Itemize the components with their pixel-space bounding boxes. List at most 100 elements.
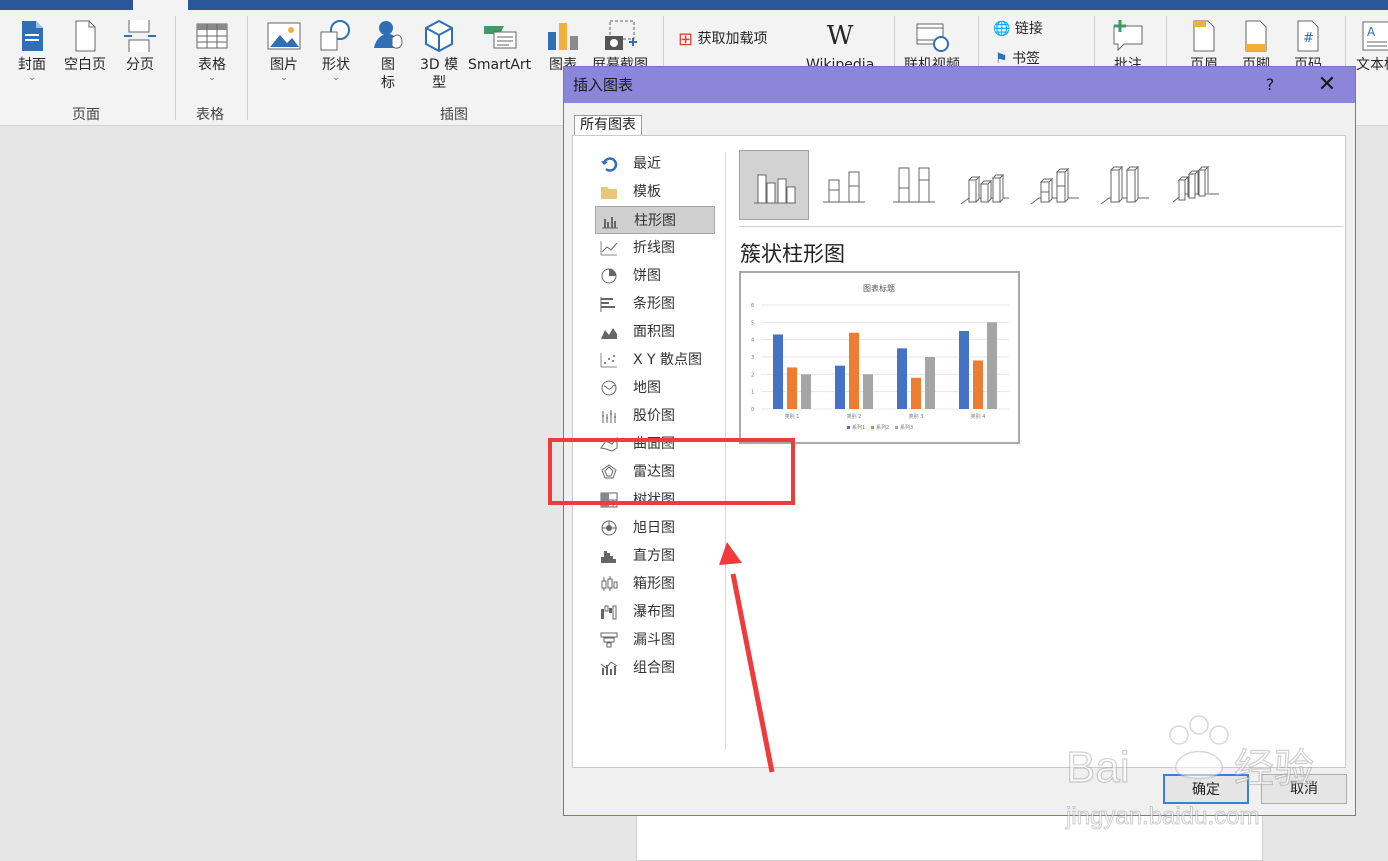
preview-bar — [849, 332, 859, 409]
preview-bar — [897, 348, 907, 409]
chart-category-item[interactable]: 旭日图 — [595, 514, 715, 542]
svg-text:经验: 经验 — [1234, 746, 1314, 792]
preview-category-label: 类别 4 — [971, 413, 986, 420]
chart-category-label: 组合图 — [633, 660, 675, 676]
textbox-icon: A — [1362, 21, 1388, 51]
chart-category-label: 股价图 — [633, 408, 675, 424]
preview-bar — [787, 367, 797, 409]
chart-category-label: 漏斗图 — [633, 632, 675, 648]
chart-category-item[interactable]: 地图 — [595, 374, 715, 402]
help-button[interactable]: ? — [1260, 67, 1280, 103]
subtype-100-stacked-column[interactable] — [879, 150, 949, 220]
subtype-3d-100-stacked-column[interactable] — [1089, 150, 1159, 220]
chart-category-item[interactable]: 直方图 — [595, 542, 715, 570]
cover-page-icon — [22, 21, 43, 51]
chart-category-label: 瀑布图 — [633, 604, 675, 620]
page-break-icon — [124, 20, 156, 52]
bookmark-flag-icon: ⚑ — [995, 51, 1008, 67]
textbox-button[interactable]: A 文本框 — [1356, 18, 1388, 74]
chart-category-label: 模板 — [633, 184, 661, 200]
chart-category-item[interactable]: 模板 — [595, 178, 715, 206]
chart-category-label: 条形图 — [633, 296, 675, 312]
preview-ytick-label: 2 — [751, 372, 754, 378]
preview-category-label: 类别 1 — [785, 413, 800, 420]
chart-category-label: 最近 — [633, 156, 661, 172]
cube-icon — [425, 19, 454, 53]
link-button[interactable]: 🌐 链接 — [993, 18, 1043, 38]
recent-icon — [601, 157, 618, 172]
chart-category-item[interactable]: 最近 — [595, 150, 715, 178]
map-chart-icon — [601, 380, 617, 396]
screenshot-icon — [605, 20, 637, 50]
chart-category-item[interactable]: 股价图 — [595, 402, 715, 430]
chart-category-item[interactable]: 箱形图 — [595, 570, 715, 598]
chart-icon — [548, 23, 578, 50]
icons-label-2: 标 — [381, 75, 395, 91]
3d-column-icon — [1172, 165, 1219, 203]
icons-button[interactable]: 图 标 — [370, 18, 406, 92]
subtype-3d-column[interactable] — [1159, 150, 1229, 220]
title-bar-strip — [0, 0, 1388, 10]
area-chart-icon — [601, 328, 617, 339]
chart-preview: 图表标题 0 1 2 3 4 5 6 类别 1 类别 2 类别 3 类别 4 系列1 系列2 系列3 — [739, 271, 1020, 444]
chart-category-label: X Y 散点图 — [633, 352, 703, 368]
dialog-title-bar[interactable]: 插入图表 ? ✕ — [564, 67, 1355, 103]
smartart-button[interactable]: SmartArt — [468, 18, 531, 74]
get-addins-button[interactable]: ⊞ 获取加载项 — [678, 28, 768, 50]
shapes-button[interactable]: 形状 ⌄ — [318, 18, 354, 83]
preview-bar — [973, 360, 983, 409]
bookmark-button[interactable]: ⚑ 书签 — [995, 48, 1040, 68]
header-icon — [1193, 20, 1215, 52]
chart-category-item[interactable]: 面积图 — [595, 318, 715, 346]
folder-icon — [601, 187, 617, 199]
cover-page-button[interactable]: 封面 ⌄ — [14, 18, 50, 83]
shapes-icon — [320, 20, 350, 51]
illustrations-group-label: 插图 — [440, 107, 468, 123]
3d-model-button[interactable]: 3D 模 型 — [420, 18, 458, 92]
chart-category-item[interactable]: 饼图 — [595, 262, 715, 290]
preview-bar — [773, 334, 783, 409]
preview-bar — [863, 374, 873, 409]
chart-category-item[interactable]: 漏斗图 — [595, 626, 715, 654]
chart-category-item[interactable]: 瀑布图 — [595, 598, 715, 626]
smartart-icon — [483, 26, 517, 49]
blank-page-button[interactable]: 空白页 — [64, 18, 106, 74]
subtype-3d-stacked-column[interactable] — [1019, 150, 1089, 220]
pie-chart-icon — [601, 268, 617, 284]
pages-group-label: 页面 — [72, 107, 100, 123]
chart-category-item[interactable]: 折线图 — [595, 234, 715, 262]
shapes-label: 形状 — [322, 57, 350, 73]
close-button[interactable]: ✕ — [1310, 67, 1344, 103]
tab-all-charts[interactable]: 所有图表 — [574, 115, 642, 135]
scatter-chart-icon — [600, 353, 617, 368]
chart-category-label: 柱形图 — [634, 213, 676, 229]
subtype-stacked-column[interactable] — [809, 150, 879, 220]
group-divider — [247, 16, 248, 120]
page-break-button[interactable]: 分页 — [122, 18, 158, 74]
comment-icon — [1113, 20, 1143, 52]
picture-icon — [267, 22, 301, 50]
cover-page-label: 封面 — [18, 57, 46, 73]
svg-text:A: A — [1367, 25, 1376, 39]
preview-bar — [987, 322, 997, 409]
chart-category-item[interactable]: 组合图 — [595, 654, 715, 682]
preview-ytick-label: 0 — [751, 407, 754, 413]
subtype-clustered-column[interactable] — [739, 150, 809, 220]
chart-category-item[interactable]: 条形图 — [595, 290, 715, 318]
page-number-icon: # — [1297, 20, 1319, 52]
percent-stacked-column-icon — [893, 167, 935, 203]
subtype-3d-clustered-column[interactable] — [949, 150, 1019, 220]
chart-category-item[interactable]: X Y 散点图 — [595, 346, 715, 374]
chart-category-list: 最近 模板 柱形图 折线图 饼图 条形图 面积图 X Y 散点图 地图 股价图 曲面图 雷达图 树状图旭… — [595, 150, 715, 682]
chart-category-label: 直方图 — [633, 548, 675, 564]
picture-button[interactable]: 图片 ⌄ — [266, 18, 302, 83]
dialog-title: 插入图表 — [573, 76, 634, 94]
chevron-down-icon: ⌄ — [208, 73, 216, 83]
chart-category-item[interactable]: 柱形图 — [595, 206, 715, 234]
stock-chart-icon — [602, 410, 616, 423]
table-button[interactable]: 表格 ⌄ — [194, 18, 230, 83]
chart-category-label: 旭日图 — [633, 520, 675, 536]
waterfall-chart-icon — [601, 605, 617, 620]
preview-category-label: 类别 3 — [909, 413, 924, 420]
subtype-divider — [739, 226, 1343, 227]
